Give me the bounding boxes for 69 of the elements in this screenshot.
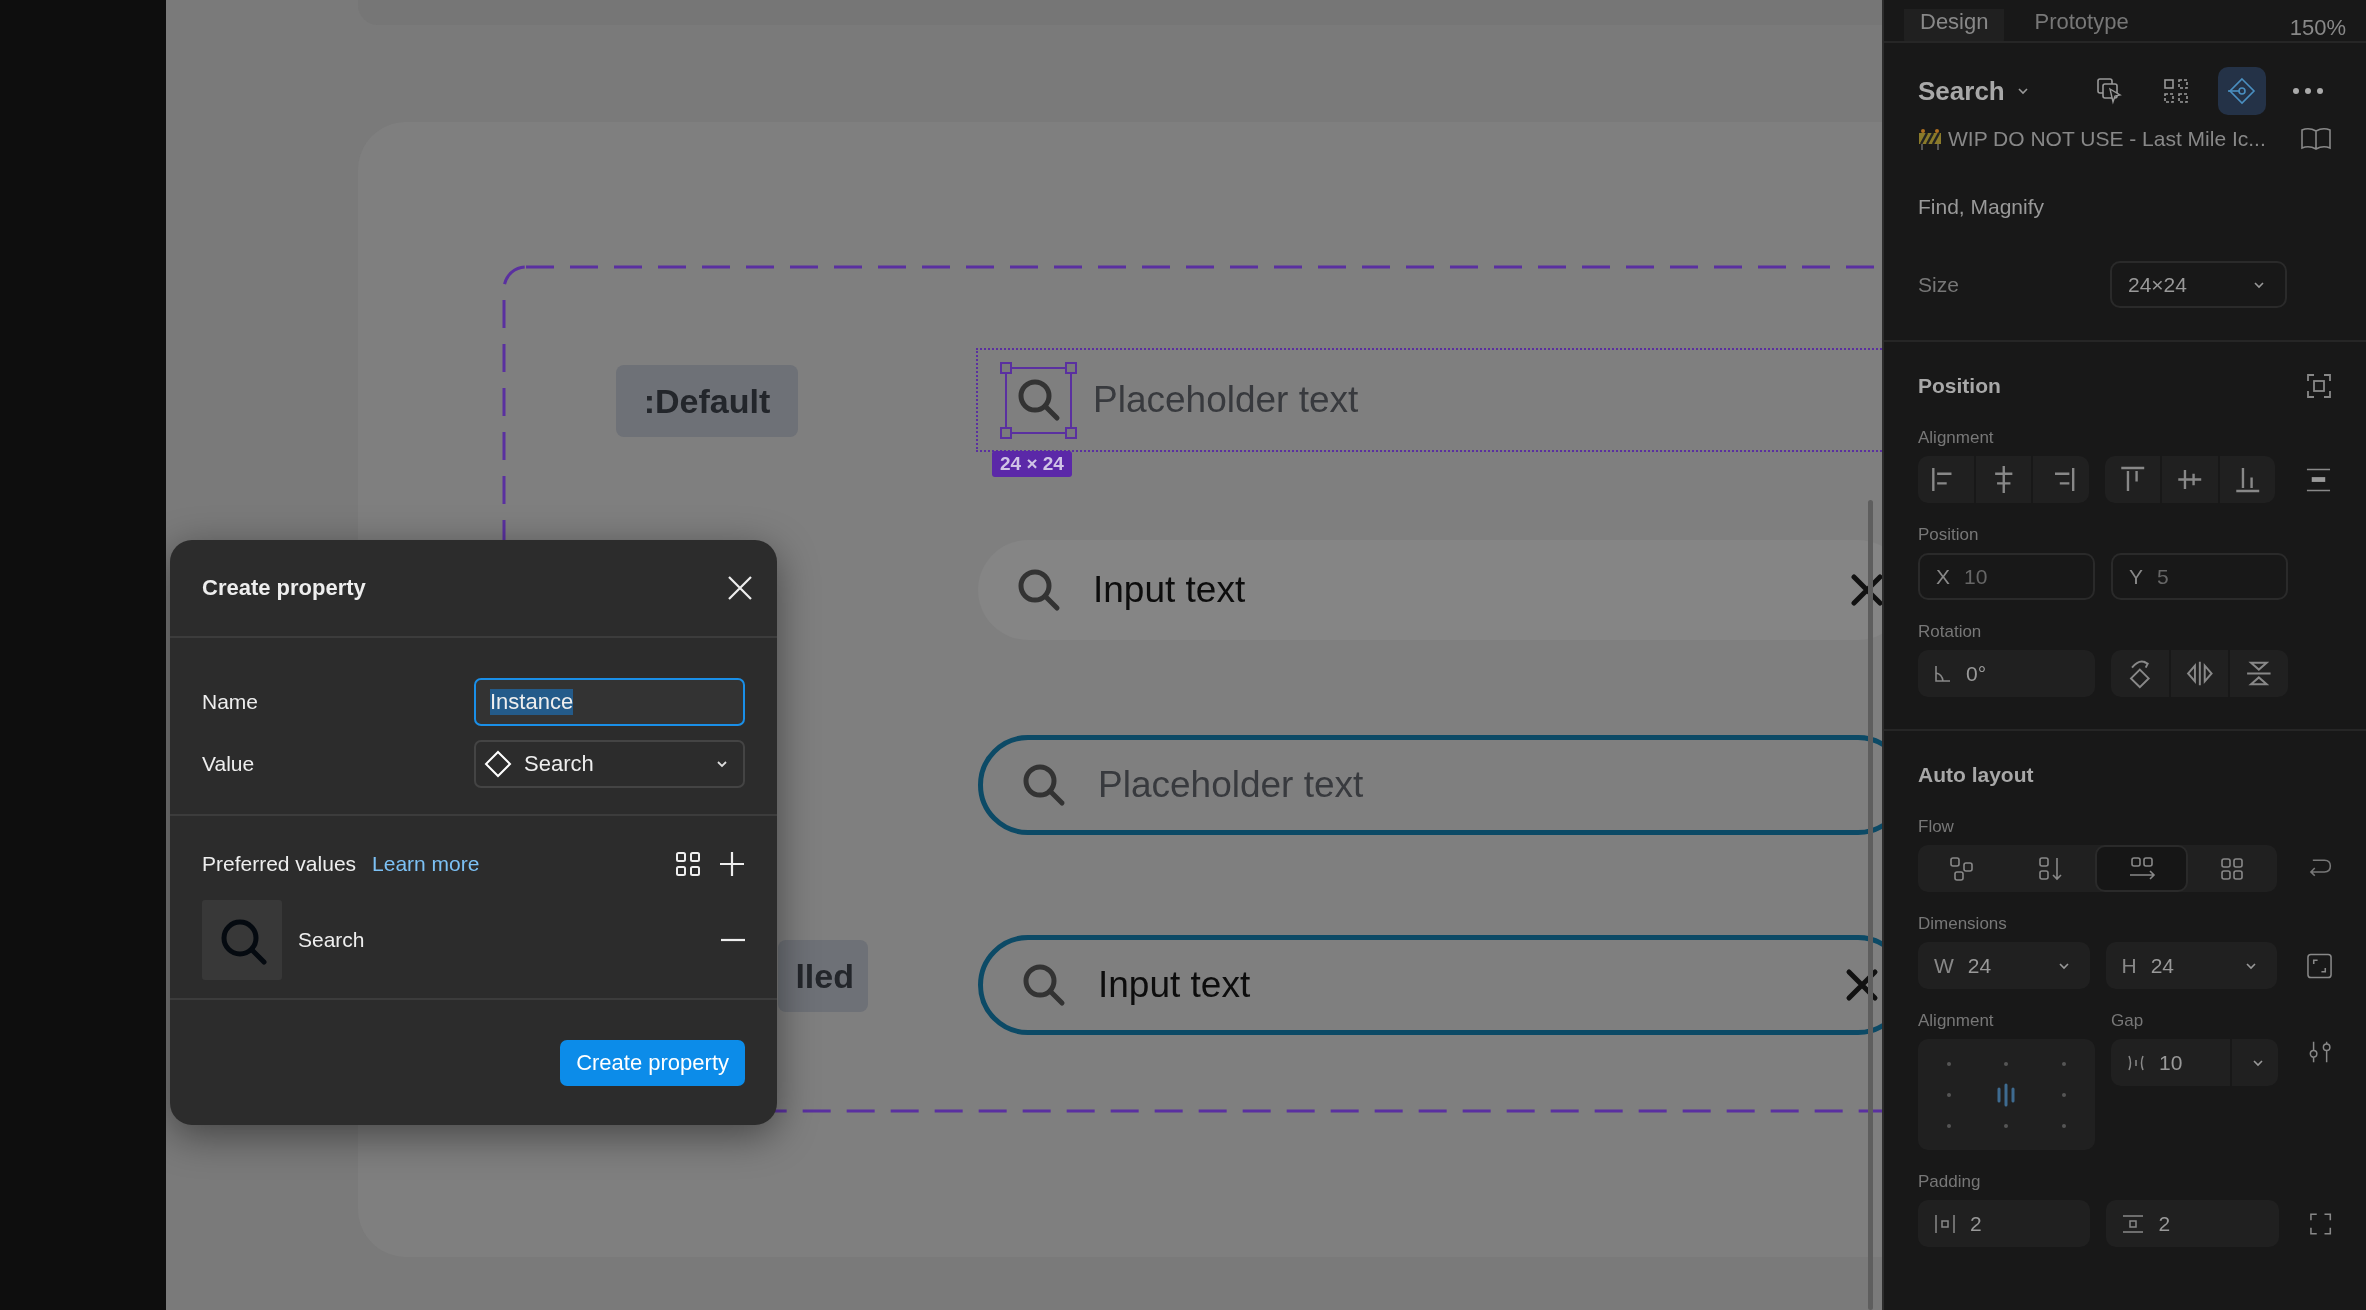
- selection-handles[interactable]: [1000, 361, 1077, 439]
- caret-icon[interactable]: [2016, 87, 2029, 95]
- input-text: Input text: [1098, 964, 1251, 1006]
- scrollbar[interactable]: [1868, 500, 1873, 1310]
- field-label: Dimensions: [1918, 914, 2008, 934]
- field-label: Padding: [1918, 1172, 1982, 1192]
- angle-icon: [1934, 664, 1952, 683]
- size-badge: 24 × 24: [992, 450, 1072, 477]
- size-label: Size: [1918, 272, 1959, 297]
- remove-icon[interactable]: [721, 938, 745, 942]
- create-property-button[interactable]: Create property: [560, 1039, 745, 1086]
- field-label: Alignment: [1918, 1011, 1995, 1031]
- component-description: Find, Magnify: [1918, 195, 2046, 219]
- placeholder-text: Placeholder text: [1093, 379, 1359, 421]
- section-title: Preferred values: [202, 852, 357, 876]
- caret-icon: [2057, 961, 2070, 970]
- preferred-value: Search: [298, 928, 366, 952]
- caret-icon[interactable]: [2251, 1058, 2264, 1067]
- book-icon[interactable]: [2300, 127, 2332, 151]
- distribute-icon[interactable]: [2305, 466, 2332, 493]
- state-label: :Default: [616, 365, 798, 437]
- caret-icon: [2245, 961, 2257, 970]
- field-label: Position: [1918, 525, 1980, 545]
- field-label: Rotation: [1918, 622, 1983, 642]
- field-label: Name: [202, 690, 259, 714]
- component-name[interactable]: Search: [1918, 75, 2005, 107]
- gap-field[interactable]: 10: [2111, 1039, 2278, 1086]
- padding-icon: [2122, 1213, 2145, 1234]
- caret-icon: [715, 759, 729, 769]
- field-label: Alignment: [1918, 428, 1995, 448]
- field-label: Value: [202, 752, 255, 776]
- zoom-dropdown[interactable]: 150%: [2289, 15, 2346, 41]
- clear-icon: [1845, 968, 1879, 1002]
- rotation-field[interactable]: 0°: [1918, 650, 2095, 697]
- close-icon[interactable]: [727, 575, 753, 601]
- x-field[interactable]: X 10: [1918, 553, 2095, 600]
- dialog-title: Create property: [202, 575, 366, 601]
- size-dropdown[interactable]: 24×24: [2110, 261, 2287, 308]
- add-icon[interactable]: [719, 851, 745, 877]
- y-field[interactable]: Y 5: [2111, 553, 2288, 600]
- gap-icon: [2127, 1054, 2145, 1071]
- width-field[interactable]: W 24: [1918, 942, 2090, 989]
- height-field[interactable]: H 24: [2105, 942, 2277, 989]
- frame-icon[interactable]: [2306, 373, 2332, 399]
- placeholder-text: Placeholder text: [1098, 764, 1364, 806]
- section-title: Auto layout: [1918, 763, 2034, 787]
- settings-icon[interactable]: [2307, 1039, 2332, 1065]
- vertical-padding-field[interactable]: 2: [2106, 1200, 2279, 1247]
- library-name: WIP DO NOT USE - Last Mile Ic...: [1948, 127, 2267, 151]
- input-text: Input text: [1093, 569, 1246, 611]
- horizontal-padding-field[interactable]: 2: [1918, 1200, 2091, 1247]
- caret-icon: [2253, 280, 2265, 289]
- panel-tab[interactable]: Prototype: [2018, 9, 2145, 41]
- section-title: Position: [1918, 374, 2001, 398]
- field-label: Flow: [1918, 817, 1955, 837]
- diamond-icon: [484, 750, 512, 778]
- panel-tab[interactable]: Design: [1904, 9, 2005, 41]
- state-label: lled: [778, 940, 868, 1012]
- resize-icon[interactable]: [2307, 952, 2332, 979]
- flow-horizontal-option[interactable]: [2095, 845, 2189, 892]
- padding-icon[interactable]: [2308, 1211, 2332, 1236]
- learn-more-link[interactable]: Learn more: [372, 852, 480, 876]
- value-dropdown[interactable]: Search: [474, 740, 745, 788]
- roadblock-icon: [1918, 128, 1942, 150]
- name-field[interactable]: Instance: [474, 678, 745, 726]
- grid-icon[interactable]: [675, 851, 701, 877]
- field-label: Gap: [2111, 1011, 2145, 1031]
- padding-icon: [1934, 1213, 1956, 1234]
- component-icon[interactable]: [2218, 67, 2266, 115]
